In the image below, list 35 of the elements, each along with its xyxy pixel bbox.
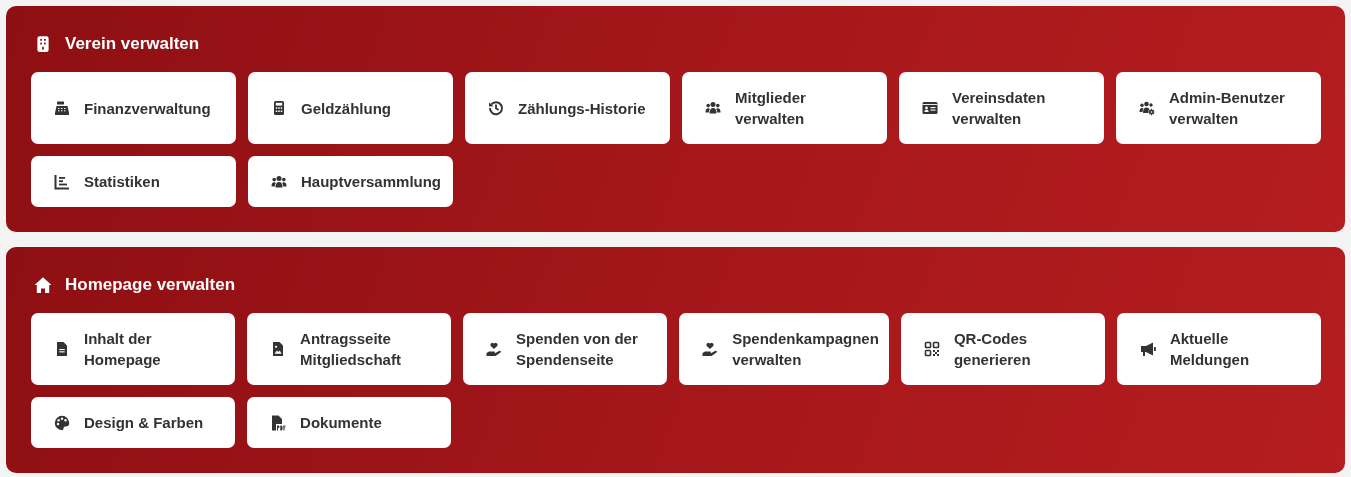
chart-axes-icon <box>54 173 70 190</box>
pdf-file-icon <box>270 414 287 431</box>
menu-tile[interactable]: Geldzählung <box>248 72 453 144</box>
menu-tile[interactable]: Admin-Benutzer verwalten <box>1116 72 1321 144</box>
building-icon <box>34 35 52 53</box>
document-icon <box>54 341 70 357</box>
house-icon <box>34 276 52 294</box>
menu-tile[interactable]: Antragsseite Mitgliedschaft <box>247 313 452 385</box>
users-icon <box>271 173 287 190</box>
palette-icon <box>54 414 70 431</box>
menu-tile[interactable]: Spendenkampagnen verwalten <box>679 313 889 385</box>
menu-tile[interactable]: Inhalt der Homepage <box>31 313 236 385</box>
section-title: Verein verwalten <box>65 33 200 55</box>
menu-tile[interactable]: Vereinsdaten verwalten <box>899 72 1104 144</box>
menu-tile[interactable]: Design & Farben <box>31 397 236 448</box>
menu-tile[interactable]: Spenden von der Spendenseite <box>463 313 668 385</box>
history-icon <box>488 100 504 116</box>
menu-tile[interactable]: Aktuelle Meldungen <box>1116 313 1321 385</box>
megaphone-icon <box>1139 341 1156 357</box>
calculator-icon <box>271 100 287 116</box>
heart-hand-icon <box>486 341 503 357</box>
section-title: Homepage verwalten <box>65 274 236 296</box>
menu-tile[interactable]: Mitglieder verwalten <box>682 72 887 144</box>
menu-tile[interactable]: Hauptversammlung <box>248 156 453 207</box>
qr-code-icon <box>923 341 940 357</box>
heart-hand-icon <box>702 341 719 357</box>
menu-tile[interactable]: QR-Codes generieren <box>900 313 1105 385</box>
menu-tile[interactable]: Finanzverwaltung <box>31 72 236 144</box>
menu-tile[interactable]: Zählungs-Historie <box>465 72 670 144</box>
id-card-icon <box>922 100 938 116</box>
users-icon <box>705 100 721 116</box>
users-gear-icon <box>1139 100 1155 116</box>
menu-tile[interactable]: Statistiken <box>31 156 236 207</box>
cash-register-icon <box>54 100 70 116</box>
menu-tile[interactable]: Dokumente <box>247 397 452 448</box>
